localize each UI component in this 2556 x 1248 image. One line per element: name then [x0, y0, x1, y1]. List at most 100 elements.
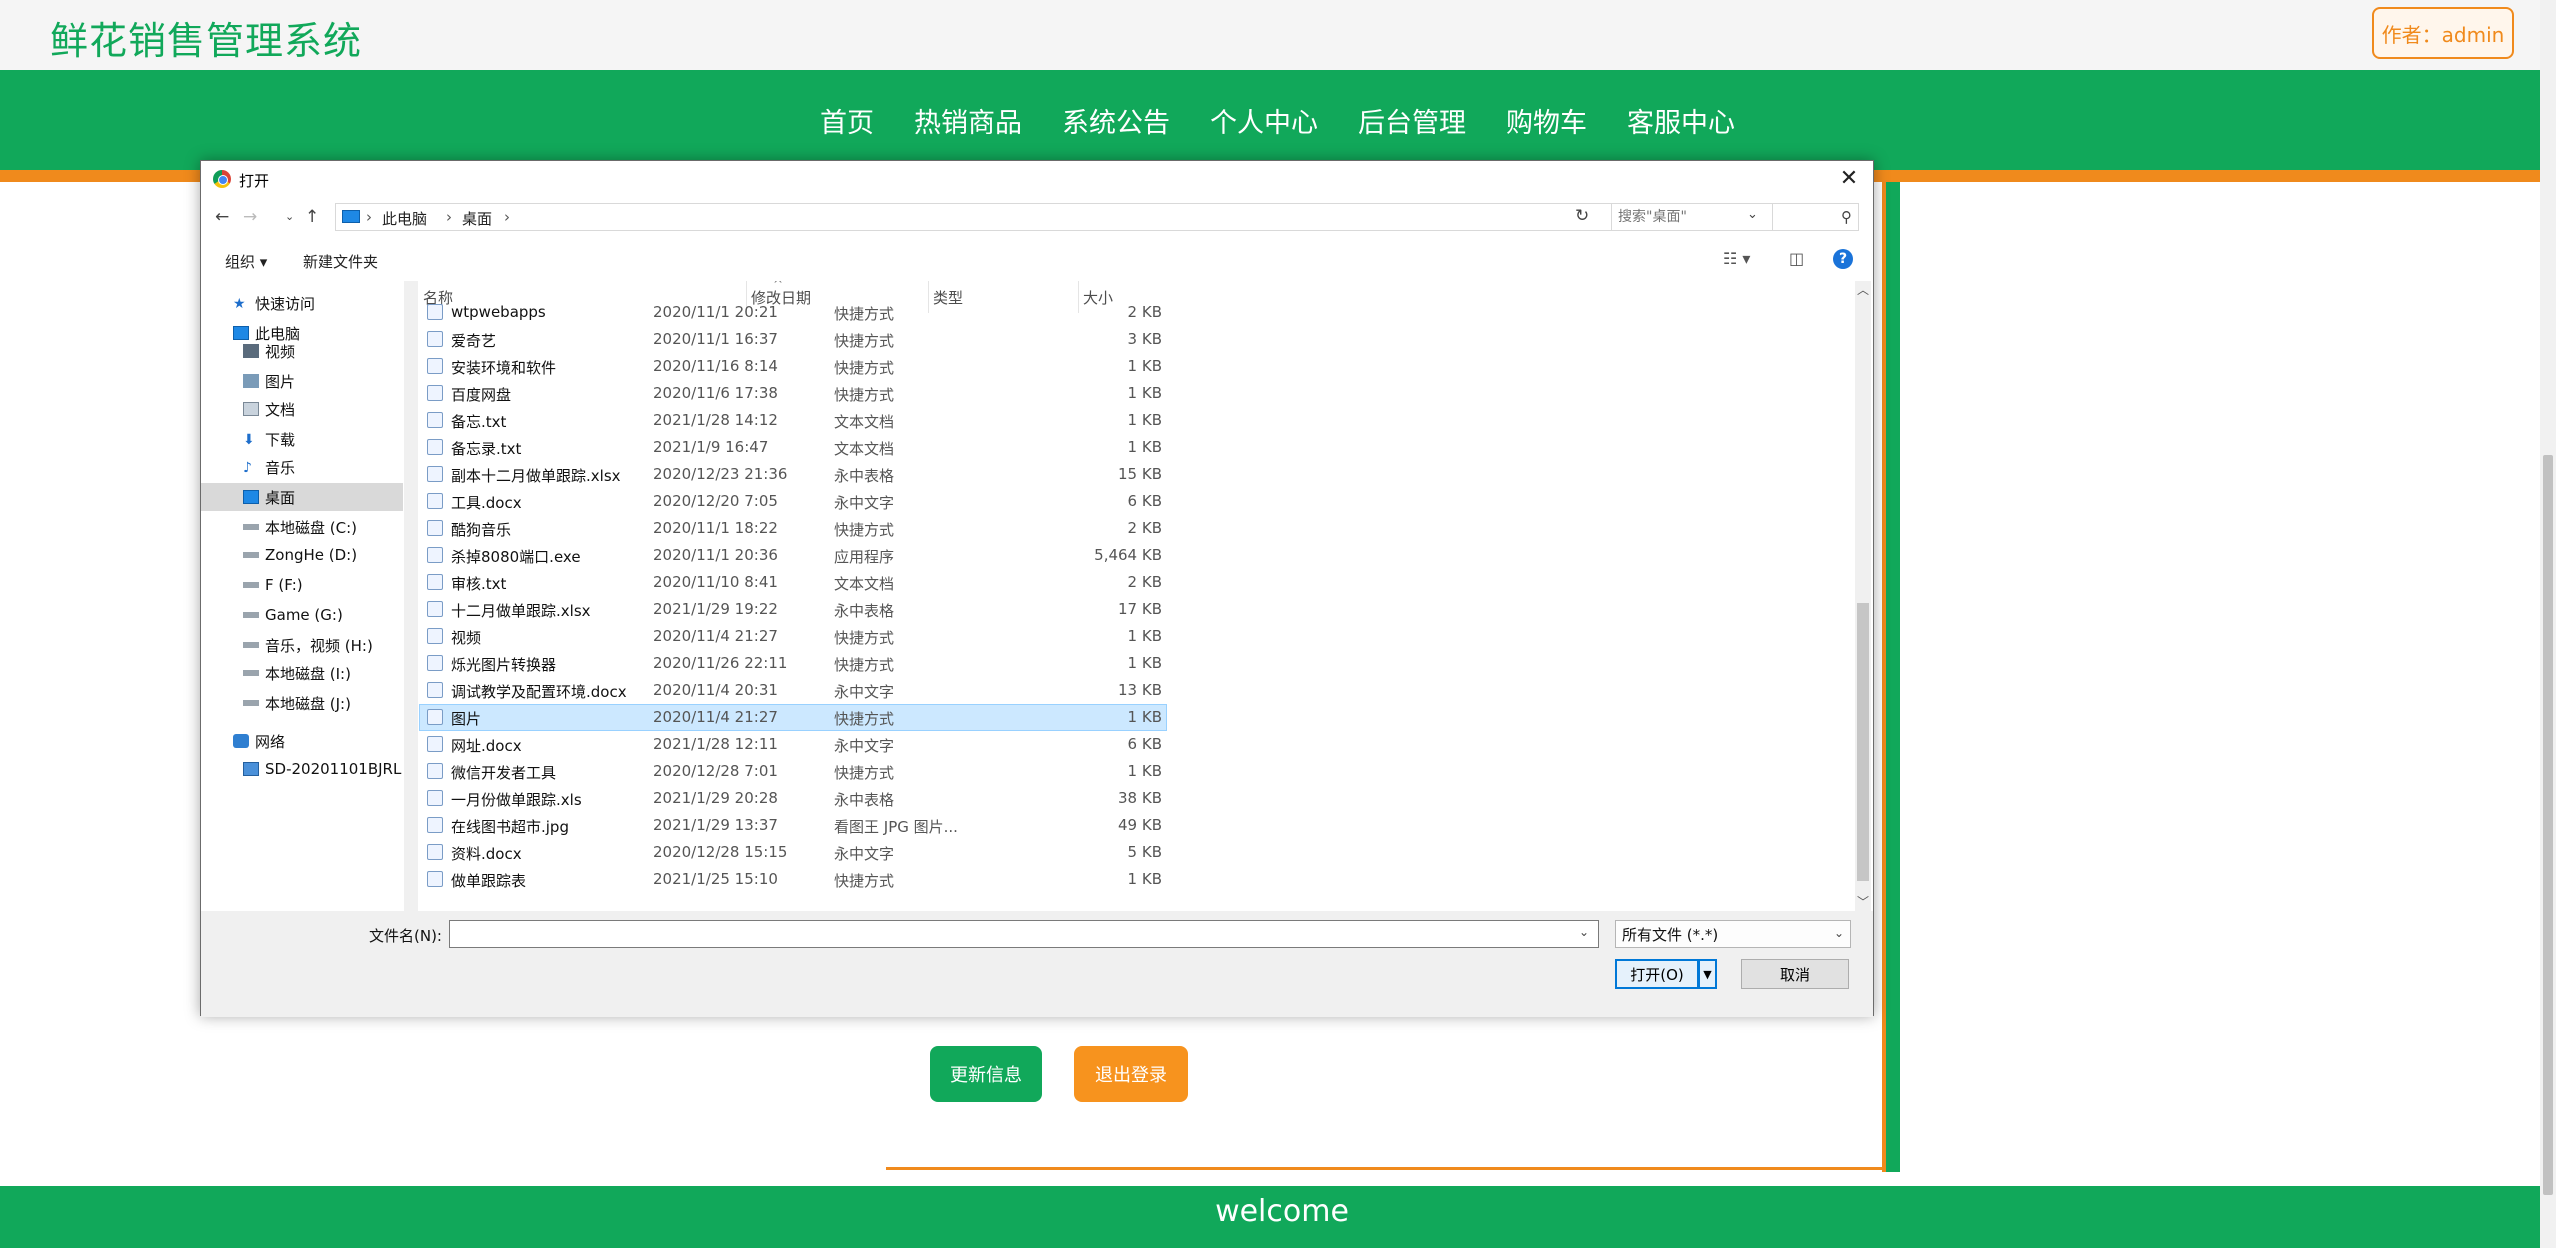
tree-item[interactable]: ZongHe (D:) — [201, 541, 403, 569]
page-scrollbar-thumb[interactable] — [2543, 455, 2553, 1195]
close-icon[interactable]: ✕ — [1835, 164, 1863, 192]
dialog-titlebar[interactable]: 打开 ✕ — [201, 161, 1873, 197]
tree-item[interactable]: 图片 — [201, 367, 403, 395]
tree-item[interactable]: 视频 — [201, 337, 403, 365]
file-row[interactable]: 爱奇艺 2020/11/1 16:37 快捷方式 3 KB — [419, 326, 1845, 353]
scroll-up-icon[interactable]: ︿ — [1857, 281, 1869, 298]
forward-icon[interactable]: → — [243, 207, 257, 227]
tree-item[interactable]: ★ 快速访问 — [201, 289, 403, 317]
file-icon — [427, 763, 443, 779]
tree-item[interactable]: ⬇ 下载 — [201, 425, 403, 453]
nav-item[interactable]: 后台管理 — [1358, 101, 1466, 140]
tree-item[interactable]: 本地磁盘 (J:) — [201, 689, 403, 717]
author-button[interactable]: 作者：admin — [2372, 7, 2514, 59]
recent-locations-icon[interactable]: ⌄ — [285, 210, 294, 223]
tree-item[interactable]: 文档 — [201, 395, 403, 423]
file-row[interactable]: 审核.txt 2020/11/10 8:41 文本文档 2 KB — [419, 569, 1845, 596]
file-row[interactable]: 备忘录.txt 2021/1/9 16:47 文本文档 1 KB — [419, 434, 1845, 461]
filename-dropdown-icon[interactable]: ⌄ — [1579, 925, 1589, 939]
tree-item[interactable]: ♪ 音乐 — [201, 453, 403, 481]
file-row[interactable]: 备忘.txt 2021/1/28 14:12 文本文档 1 KB — [419, 407, 1845, 434]
file-row[interactable]: 杀掉8080端口.exe 2020/11/1 20:36 应用程序 5,464 KB — [419, 542, 1845, 569]
file-row[interactable]: 做单跟踪表 2021/1/25 15:10 快捷方式 1 KB — [419, 866, 1845, 893]
file-date: 2020/12/28 15:15 — [653, 843, 788, 861]
nav-items: 首页 热销商品 系统公告 个人中心 后台管理 购物车 客服中心 — [820, 70, 1775, 170]
chrome-icon — [213, 170, 231, 188]
file-type: 快捷方式 — [834, 710, 895, 728]
file-date: 2020/11/1 20:36 — [653, 546, 778, 564]
search-input[interactable] — [1618, 207, 1828, 227]
tree-item[interactable]: Game (G:) — [201, 601, 403, 629]
file-row[interactable]: 安装环境和软件 2020/11/16 8:14 快捷方式 1 KB — [419, 353, 1845, 380]
file-row[interactable]: 微信开发者工具 2020/12/28 7:01 快捷方式 1 KB — [419, 758, 1845, 785]
file-row[interactable]: 烁光图片转换器 2020/11/26 22:11 快捷方式 1 KB — [419, 650, 1845, 677]
tree-scrollbar[interactable] — [404, 281, 418, 911]
nav-item[interactable]: 系统公告 — [1062, 101, 1170, 140]
breadcrumb-desktop[interactable]: 桌面 — [462, 208, 492, 229]
file-list-scrollbar-thumb[interactable] — [1857, 603, 1869, 881]
file-row[interactable]: 资料.docx 2020/12/28 15:15 永中文字 5 KB — [419, 839, 1845, 866]
file-list-scrollbar[interactable]: ︿ ﹀ — [1855, 281, 1871, 911]
nav-item[interactable]: 个人中心 — [1210, 101, 1318, 140]
drive-icon — [243, 552, 259, 558]
refresh-icon[interactable]: ↻ — [1575, 206, 1589, 226]
tree-item[interactable]: 本地磁盘 (C:) — [201, 513, 403, 541]
file-icon — [427, 709, 443, 725]
search-icon[interactable]: ⚲ — [1841, 208, 1852, 226]
cancel-button[interactable]: 取消 — [1741, 959, 1849, 989]
help-icon[interactable]: ? — [1833, 249, 1853, 269]
organize-menu[interactable]: 组织 ▾ — [225, 251, 267, 272]
logout-button[interactable]: 退出登录 — [1074, 1046, 1188, 1102]
up-icon[interactable]: ↑ — [305, 207, 319, 227]
file-list: ^ 名称 修改日期 类型 大小 wtpwebapps 2020/11/1 20:2… — [419, 281, 1845, 911]
tree-item-label: F (F:) — [265, 576, 303, 594]
file-row[interactable]: 一月份做单跟踪.xls 2021/1/29 20:28 永中表格 38 KB — [419, 785, 1845, 812]
file-row[interactable]: 视频 2020/11/4 21:27 快捷方式 1 KB — [419, 623, 1845, 650]
update-info-button[interactable]: 更新信息 — [930, 1046, 1042, 1102]
tree-item-label: 音乐，视频 (H:) — [265, 636, 373, 655]
tree-item[interactable]: SD-20201101BJRL — [201, 755, 403, 783]
preview-pane-icon[interactable]: ◫ — [1789, 249, 1804, 268]
file-row[interactable]: 图片 2020/11/4 21:27 快捷方式 1 KB — [419, 704, 1845, 731]
file-row[interactable]: 酷狗音乐 2020/11/1 18:22 快捷方式 2 KB — [419, 515, 1845, 542]
file-icon — [427, 439, 443, 455]
main-nav: 首页 热销商品 系统公告 个人中心 后台管理 购物车 客服中心 — [0, 70, 2540, 170]
file-type-select[interactable]: 所有文件 (*.*) ⌄ — [1615, 920, 1851, 948]
file-date: 2020/12/20 7:05 — [653, 492, 778, 510]
file-icon — [427, 736, 443, 752]
breadcrumb-chevron-icon[interactable]: › — [504, 208, 510, 226]
scroll-down-icon[interactable]: ﹀ — [1857, 893, 1869, 910]
nav-item[interactable]: 客服中心 — [1627, 101, 1735, 140]
picture-folder-icon — [243, 374, 259, 388]
file-row[interactable]: 副本十二月做单跟踪.xlsx 2020/12/23 21:36 永中表格 15 KB — [419, 461, 1845, 488]
file-row[interactable]: 工具.docx 2020/12/20 7:05 永中文字 6 KB — [419, 488, 1845, 515]
new-folder-button[interactable]: 新建文件夹 — [303, 251, 378, 272]
address-bar[interactable]: › 此电脑 › 桌面 › ⌄ — [335, 203, 1773, 231]
open-button[interactable]: 打开(O) — [1615, 959, 1699, 989]
file-row[interactable]: 调试教学及配置环境.docx 2020/11/4 20:31 永中文字 13 KB — [419, 677, 1845, 704]
tree-item[interactable]: 音乐，视频 (H:) — [201, 631, 403, 659]
filename-input[interactable] — [449, 920, 1599, 948]
tree-item[interactable]: 本地磁盘 (I:) — [201, 659, 403, 687]
nav-item[interactable]: 购物车 — [1506, 101, 1587, 140]
breadcrumb-this-pc[interactable]: 此电脑 — [382, 208, 427, 229]
file-row[interactable]: 十二月做单跟踪.xlsx 2021/1/29 19:22 永中表格 17 KB — [419, 596, 1845, 623]
file-row[interactable]: 百度网盘 2020/11/6 17:38 快捷方式 1 KB — [419, 380, 1845, 407]
nav-item[interactable]: 首页 — [820, 101, 874, 140]
tree-item[interactable]: 桌面 — [201, 483, 403, 511]
back-icon[interactable]: ← — [215, 207, 229, 227]
file-row[interactable]: 在线图书超市.jpg 2021/1/29 13:37 看图王 JPG 图片... 49… — [419, 812, 1845, 839]
drive-icon — [243, 612, 259, 618]
open-options-dropdown-icon[interactable]: ▼ — [1699, 959, 1717, 989]
tree-item[interactable]: 网络 — [201, 727, 403, 755]
nav-item[interactable]: 热销商品 — [914, 101, 1022, 140]
file-row[interactable]: 网址.docx 2021/1/28 12:11 永中文字 6 KB — [419, 731, 1845, 758]
search-box[interactable]: ⚲ — [1611, 203, 1859, 231]
view-options-icon[interactable]: ☷ ▾ — [1723, 249, 1750, 268]
file-icon — [427, 412, 443, 428]
file-type: 快捷方式 — [834, 872, 895, 890]
tree-item[interactable]: F (F:) — [201, 571, 403, 599]
file-row[interactable]: wtpwebapps 2020/11/1 20:21 快捷方式 2 KB — [419, 299, 1845, 326]
file-name: 工具.docx — [451, 494, 522, 512]
tree-item-label: ZongHe (D:) — [265, 546, 358, 564]
